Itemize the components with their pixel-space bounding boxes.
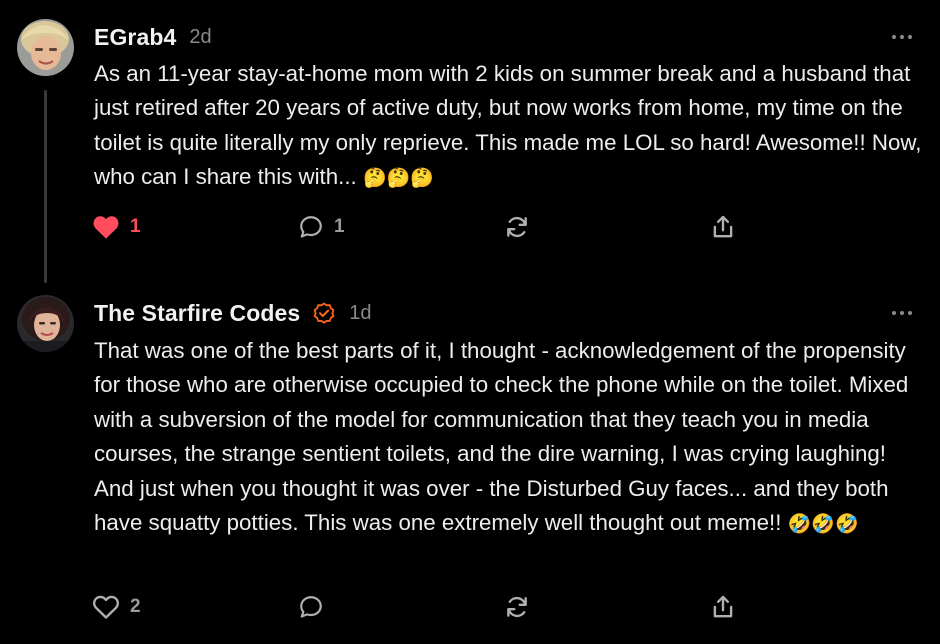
reply-count: 1 bbox=[334, 216, 345, 237]
comment-body: As an 11-year stay-at-home mom with 2 ki… bbox=[94, 57, 924, 197]
share-button[interactable] bbox=[710, 212, 736, 242]
comment-header: The Starfire Codes 1d bbox=[94, 296, 372, 330]
like-button[interactable]: 2 bbox=[92, 592, 141, 622]
restack-icon bbox=[507, 216, 527, 238]
heart-icon bbox=[93, 595, 119, 619]
emoji-rofl: 🤣🤣🤣 bbox=[787, 514, 859, 536]
comment-text: That was one of the best parts of it, I … bbox=[94, 338, 909, 536]
more-options-icon[interactable] bbox=[892, 32, 912, 42]
timestamp[interactable]: 2d bbox=[189, 26, 211, 49]
restack-button[interactable] bbox=[504, 592, 530, 622]
avatar-photo-egrab4 bbox=[17, 19, 74, 76]
comment-bubble-icon bbox=[300, 596, 322, 618]
thread-line bbox=[44, 90, 47, 283]
emoji-thinking: 🤔🤔🤔 bbox=[362, 168, 434, 190]
comment-text: As an 11-year stay-at-home mom with 2 ki… bbox=[94, 61, 922, 190]
comment-header: EGrab4 2d bbox=[94, 20, 212, 54]
avatar[interactable] bbox=[17, 295, 74, 352]
share-icon bbox=[713, 595, 733, 618]
heart-icon bbox=[93, 216, 119, 239]
author-name[interactable]: EGrab4 bbox=[94, 24, 176, 51]
comment-body: That was one of the best parts of it, I … bbox=[94, 334, 924, 542]
reply-button[interactable] bbox=[298, 592, 324, 622]
timestamp[interactable]: 1d bbox=[349, 302, 371, 325]
share-icon bbox=[713, 215, 733, 238]
restack-icon bbox=[507, 596, 527, 618]
comment-actions: 2 bbox=[92, 592, 752, 622]
like-button[interactable]: 1 bbox=[92, 212, 141, 242]
like-count: 2 bbox=[130, 596, 141, 617]
share-button[interactable] bbox=[710, 592, 736, 622]
restack-button[interactable] bbox=[504, 212, 530, 242]
reply-button[interactable]: 1 bbox=[298, 212, 345, 242]
avatar[interactable] bbox=[17, 19, 74, 76]
comment-actions: 1 1 bbox=[92, 212, 752, 242]
comment-bubble-icon bbox=[300, 216, 322, 238]
avatar-photo-starfire bbox=[17, 295, 74, 352]
verified-badge-icon bbox=[312, 301, 336, 325]
more-options-icon[interactable] bbox=[892, 308, 912, 318]
like-count: 1 bbox=[130, 216, 141, 237]
author-name[interactable]: The Starfire Codes bbox=[94, 300, 300, 327]
